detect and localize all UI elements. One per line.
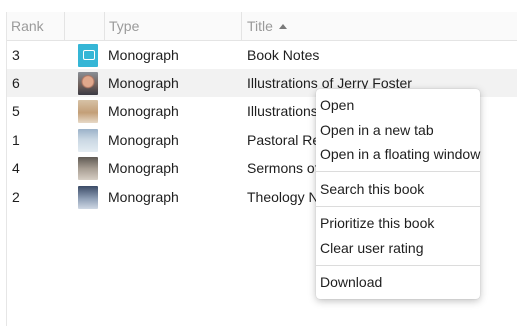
column-header-title-label: Title [247, 18, 273, 34]
menu-item-search-this-book[interactable]: Search this book [316, 177, 480, 202]
column-header-rank-label: Rank [11, 18, 44, 34]
menu-item-clear-user-rating[interactable]: Clear user rating [316, 236, 480, 261]
menu-item-open[interactable]: Open [316, 93, 480, 118]
rank-cell: 2 [12, 189, 20, 205]
table-row[interactable]: 3 Monograph Book Notes [7, 41, 517, 69]
table-header: Rank Type Title [7, 12, 517, 41]
book-cover-icon [78, 157, 98, 180]
book-cover-icon [78, 44, 98, 67]
sort-ascending-icon [278, 24, 287, 29]
type-cell: Monograph [108, 75, 179, 91]
menu-item-prioritize-this-book[interactable]: Prioritize this book [316, 211, 480, 236]
column-header-type-label: Type [109, 18, 140, 34]
context-menu: Open Open in a new tab Open in a floatin… [316, 89, 480, 299]
book-cover-icon [78, 129, 98, 152]
menu-item-download[interactable]: Download [316, 270, 480, 295]
menu-divider [316, 205, 480, 207]
menu-divider [316, 171, 480, 172]
menu-item-open-floating-window[interactable]: Open in a floating window [316, 142, 480, 167]
book-cover-icon [78, 186, 98, 209]
column-header-rank[interactable]: Rank [7, 12, 65, 40]
type-cell: Monograph [108, 47, 179, 63]
menu-item-open-new-tab[interactable]: Open in a new tab [316, 118, 480, 143]
column-header-thumbnail[interactable] [65, 12, 105, 40]
book-cover-icon [78, 72, 98, 95]
rank-cell: 3 [12, 47, 20, 63]
column-header-type[interactable]: Type [105, 12, 242, 40]
type-cell: Monograph [108, 189, 179, 205]
rank-cell: 1 [12, 132, 20, 148]
type-cell: Monograph [108, 160, 179, 176]
rank-cell: 4 [12, 160, 20, 176]
title-cell[interactable]: Book Notes [247, 41, 517, 69]
type-cell: Monograph [108, 132, 179, 148]
type-cell: Monograph [108, 103, 179, 119]
rank-cell: 5 [12, 103, 20, 119]
book-cover-icon [78, 100, 98, 123]
column-header-title[interactable]: Title [243, 12, 517, 40]
rank-cell: 6 [12, 75, 20, 91]
menu-divider [316, 264, 480, 266]
